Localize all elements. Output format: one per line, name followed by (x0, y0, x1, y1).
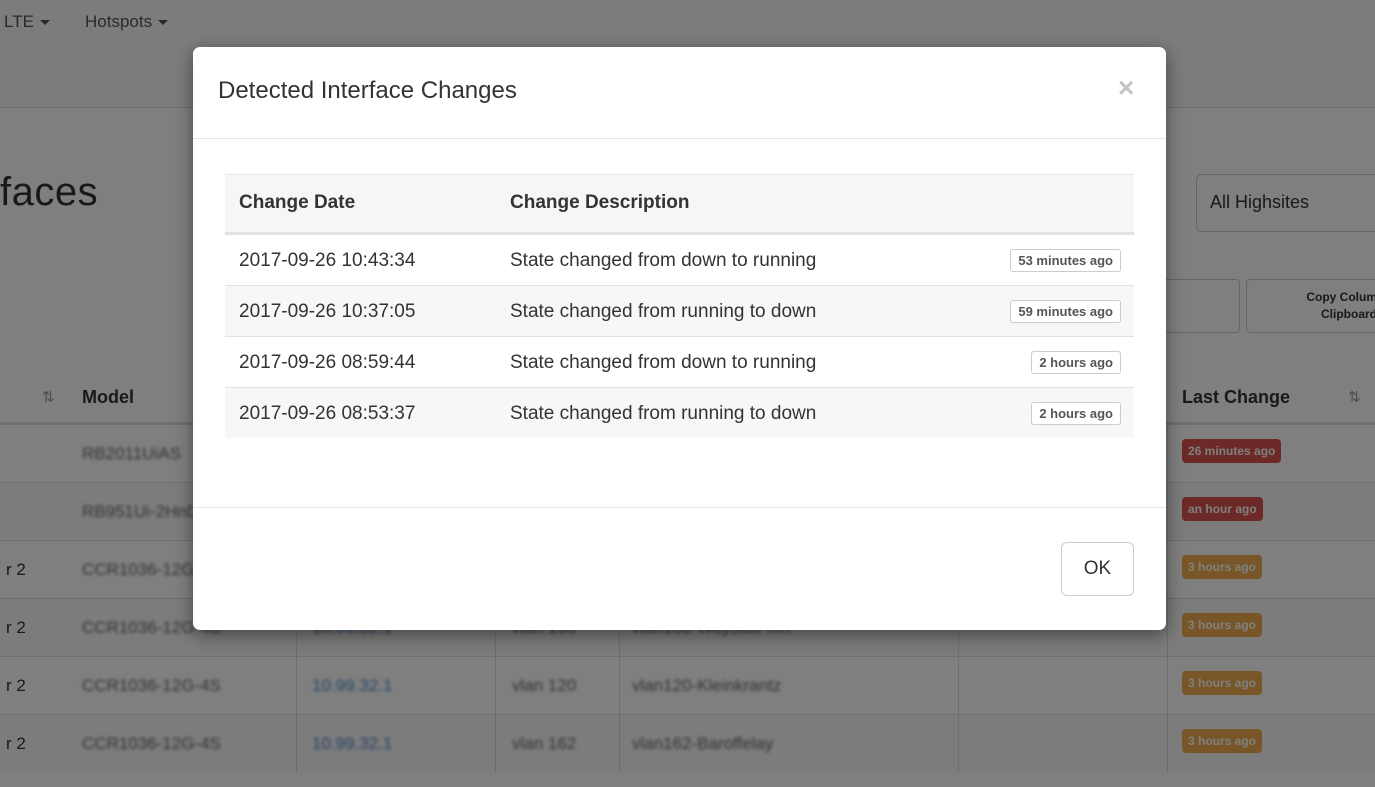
table-row: 2017-09-26 08:59:44 State changed from d… (225, 336, 1134, 387)
change-date-cell: 2017-09-26 08:59:44 (239, 352, 416, 373)
time-ago-badge: 2 hours ago (1031, 402, 1121, 425)
change-description-cell: State changed from down to running (510, 352, 817, 373)
interface-changes-modal: Detected Interface Changes × Change Date… (193, 47, 1166, 630)
ok-button[interactable]: OK (1061, 542, 1134, 596)
modal-title: Detected Interface Changes (218, 77, 517, 104)
table-row: 2017-09-26 10:37:05 State changed from r… (225, 285, 1134, 336)
changes-table-header: Change Date Change Description (225, 174, 1134, 234)
change-date-cell: 2017-09-26 10:37:05 (239, 301, 416, 322)
time-ago-badge: 2 hours ago (1031, 351, 1121, 374)
change-description-cell: State changed from running to down (510, 301, 817, 322)
table-row: 2017-09-26 10:43:34 State changed from d… (225, 234, 1134, 285)
time-ago-badge: 59 minutes ago (1010, 300, 1121, 323)
time-ago-badge: 53 minutes ago (1010, 249, 1121, 272)
header-change-date: Change Date (239, 192, 356, 213)
close-icon[interactable]: × (1118, 72, 1134, 104)
modal-header: Detected Interface Changes × (193, 47, 1166, 139)
change-description-cell: State changed from down to running (510, 250, 817, 271)
table-row: 2017-09-26 08:53:37 State changed from r… (225, 387, 1134, 438)
change-description-cell: State changed from running to down (510, 403, 817, 424)
change-date-cell: 2017-09-26 08:53:37 (239, 403, 416, 424)
change-date-cell: 2017-09-26 10:43:34 (239, 250, 416, 271)
header-change-description: Change Description (510, 192, 690, 213)
modal-footer: OK (193, 507, 1166, 630)
